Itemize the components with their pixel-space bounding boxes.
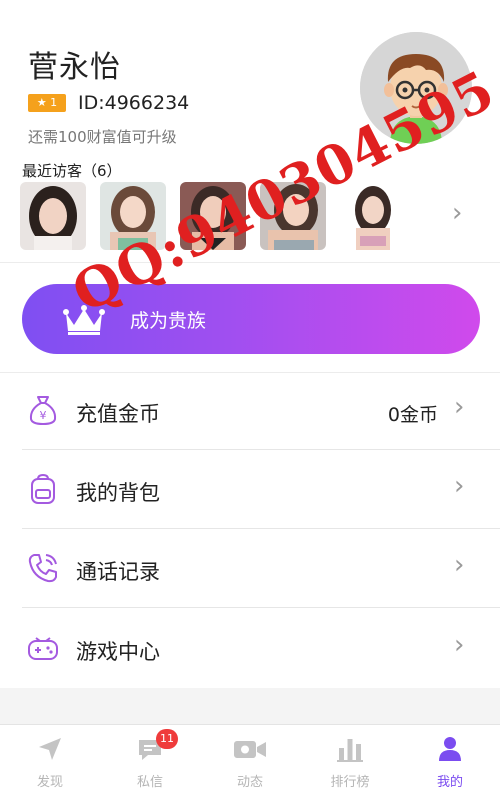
menu-item-recharge[interactable]: ¥ 充值金币 0金币 › bbox=[0, 370, 500, 450]
tab-mine[interactable]: 我的 bbox=[400, 725, 500, 800]
money-bag-icon: ¥ bbox=[26, 393, 60, 427]
tab-label: 私信 bbox=[136, 775, 163, 790]
become-noble-label: 成为贵族 bbox=[130, 310, 207, 332]
tab-discover[interactable]: 发现 bbox=[0, 725, 100, 800]
visitor-thumbnail[interactable] bbox=[180, 182, 246, 250]
navigation-arrow-icon bbox=[36, 735, 64, 763]
visitor-thumbnail[interactable] bbox=[20, 182, 86, 250]
user-id: ID:4966234 bbox=[78, 92, 190, 114]
tab-label: 我的 bbox=[436, 775, 463, 790]
visitor-photo-2 bbox=[100, 182, 166, 250]
visitors-more-chevron-icon[interactable]: › bbox=[452, 198, 462, 228]
divider bbox=[0, 262, 500, 263]
user-icon bbox=[436, 735, 464, 763]
chevron-right-icon: › bbox=[454, 471, 465, 501]
tab-label: 发现 bbox=[36, 775, 63, 790]
recent-visitors-title: 最近访客（6） bbox=[22, 162, 122, 180]
menu-item-call-records[interactable]: 通话记录 › bbox=[0, 529, 500, 609]
menu-item-label: 充值金币 bbox=[76, 402, 160, 426]
upgrade-hint: 还需100财富值可升级 bbox=[28, 128, 177, 146]
cartoon-boy-avatar-icon bbox=[360, 32, 472, 144]
menu-item-label: 游戏中心 bbox=[76, 640, 160, 664]
coin-balance: 0金币 bbox=[387, 404, 438, 426]
visitor-thumbnail[interactable] bbox=[260, 182, 326, 250]
tab-label: 排行榜 bbox=[330, 775, 370, 790]
bar-chart-icon bbox=[336, 735, 364, 763]
svg-text:¥: ¥ bbox=[40, 409, 47, 422]
bottom-tab-bar: 发现 11 私信 动态 排行榜 我的 bbox=[0, 724, 500, 800]
gamepad-icon bbox=[26, 632, 60, 666]
visitor-photo-4 bbox=[260, 182, 326, 250]
profile-page: 菅永怡 ★ 1 ID:4966234 还需100财富值可升级 最近访客（6） ›… bbox=[0, 0, 500, 800]
menu-item-backpack[interactable]: 我的背包 › bbox=[0, 450, 500, 530]
visitor-thumbnail[interactable] bbox=[340, 182, 406, 250]
visitor-photo-1 bbox=[20, 182, 86, 250]
tab-ranking[interactable]: 排行榜 bbox=[300, 725, 400, 800]
chevron-right-icon: › bbox=[454, 392, 465, 422]
menu-item-label: 我的背包 bbox=[76, 481, 160, 505]
tab-messages[interactable]: 11 私信 bbox=[100, 725, 200, 800]
visitor-photo-5 bbox=[340, 182, 406, 250]
chevron-right-icon: › bbox=[454, 630, 465, 660]
menu-item-game-center[interactable]: 游戏中心 › bbox=[0, 608, 500, 688]
backpack-icon bbox=[26, 472, 60, 506]
crown-icon bbox=[63, 305, 105, 335]
visitor-photo-3 bbox=[180, 182, 246, 250]
phone-call-icon bbox=[26, 551, 60, 585]
menu-item-label: 通话记录 bbox=[76, 560, 160, 584]
chevron-right-icon: › bbox=[454, 550, 465, 580]
unread-badge: 11 bbox=[156, 729, 178, 749]
visitor-thumbnail[interactable] bbox=[100, 182, 166, 250]
video-camera-icon bbox=[232, 735, 268, 763]
tab-moments[interactable]: 动态 bbox=[200, 725, 300, 800]
level-badge: ★ 1 bbox=[28, 94, 66, 112]
avatar[interactable] bbox=[360, 32, 472, 144]
section-spacer bbox=[0, 688, 500, 724]
user-name: 菅永怡 bbox=[28, 50, 121, 85]
tab-label: 动态 bbox=[236, 775, 263, 790]
